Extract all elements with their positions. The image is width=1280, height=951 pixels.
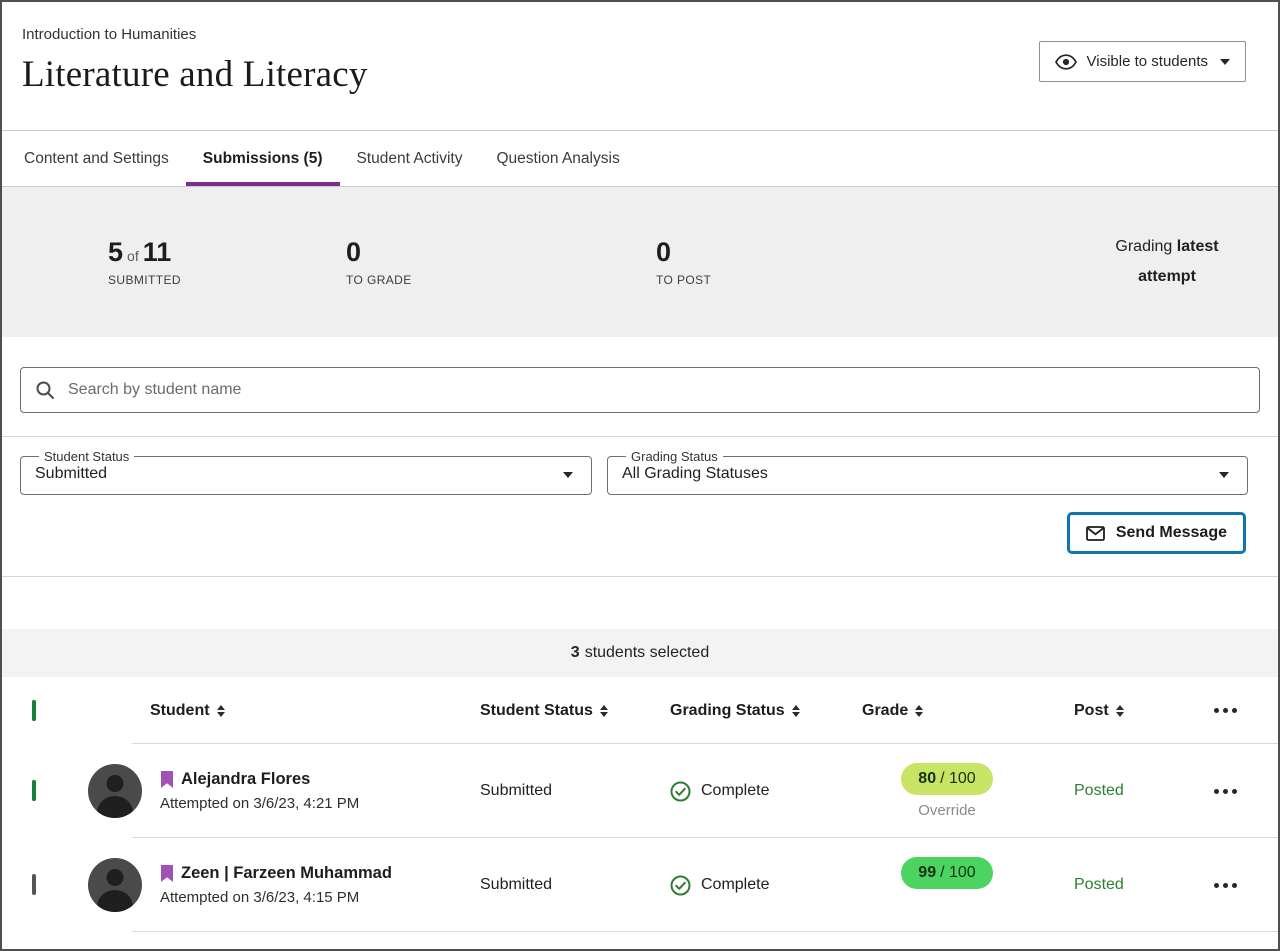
student-status-label: Student Status [39, 449, 134, 464]
grading-note: Grading latest attempt [1092, 232, 1242, 291]
grade-denominator: / 100 [940, 770, 976, 787]
grading-status-label: Grading Status [626, 449, 723, 464]
bookmark-icon [160, 771, 174, 789]
eye-icon [1055, 54, 1077, 70]
search-box [20, 367, 1260, 413]
stat-submitted: 5of11 SUBMITTED [108, 237, 346, 287]
table-header-menu-button[interactable] [1187, 708, 1264, 713]
submissions-page: Introduction to Humanities Literature an… [0, 0, 1280, 951]
stat-submitted-of: of [127, 248, 139, 264]
grade-pill[interactable]: 80/ 100 [901, 763, 992, 795]
selected-count-label: students selected [585, 644, 710, 662]
tab-submissions[interactable]: Submissions (5) [201, 131, 325, 186]
sort-icon [792, 705, 800, 717]
page-header: Introduction to Humanities Literature an… [2, 2, 1278, 131]
attempt-timestamp: Attempted on 3/6/23, 4:21 PM [160, 795, 472, 812]
grade-pill[interactable]: 99/ 100 [901, 857, 992, 889]
complete-check-icon [670, 875, 691, 896]
attempt-timestamp: Attempted on 3/6/23, 4:15 PM [160, 889, 472, 906]
visibility-button[interactable]: Visible to students [1039, 41, 1246, 82]
table-header-row: Student Student Status Grading Status Gr… [2, 677, 1278, 744]
tab-bar: Content and Settings Submissions (5) Stu… [2, 131, 1278, 187]
bookmark-icon [160, 865, 174, 883]
grade-value: 80 [918, 770, 936, 787]
send-message-label: Send Message [1116, 524, 1227, 542]
stat-to-post-label: TO POST [656, 273, 711, 287]
column-header-post[interactable]: Post [1042, 702, 1187, 720]
avatar [88, 764, 142, 818]
grade-override-note [852, 896, 1042, 914]
submissions-table: 3 students selected Student Student Stat… [2, 629, 1278, 932]
complete-check-icon [670, 781, 691, 802]
selected-count: 3 [571, 644, 580, 662]
column-label: Student [150, 702, 210, 720]
table-row: Zeen | Farzeen Muhammad Attempted on 3/6… [2, 838, 1278, 932]
filters-row: Student Status Submitted Grading Status … [2, 437, 1278, 495]
grading-note-prefix: Grading [1115, 238, 1176, 255]
stat-submitted-value: 5 [108, 237, 123, 267]
search-icon [35, 380, 55, 400]
column-label: Grading Status [670, 702, 785, 720]
sort-icon [217, 705, 225, 717]
sort-icon [1116, 705, 1124, 717]
tab-question-analysis[interactable]: Question Analysis [494, 131, 621, 186]
student-status-select[interactable]: Student Status Submitted [20, 449, 592, 495]
sort-icon [915, 705, 923, 717]
stat-submitted-total: 11 [143, 237, 172, 267]
post-status-link[interactable]: Posted [1042, 782, 1187, 800]
stats-band: 5of11 SUBMITTED 0 TO GRADE 0 TO POST Gra… [2, 187, 1278, 337]
chevron-down-icon [1219, 472, 1229, 478]
visibility-label: Visible to students [1087, 53, 1208, 70]
student-name-link[interactable]: Zeen | Farzeen Muhammad [181, 864, 392, 883]
student-status-value: Submitted [472, 876, 662, 894]
stat-submitted-label: SUBMITTED [108, 273, 346, 287]
send-message-button[interactable]: Send Message [1067, 512, 1246, 554]
column-header-grade[interactable]: Grade [852, 702, 1042, 720]
envelope-icon [1086, 526, 1105, 541]
divider [2, 576, 1278, 577]
avatar [88, 858, 142, 912]
selected-count-banner: 3 students selected [2, 629, 1278, 677]
grading-status-value: Complete [701, 876, 769, 894]
column-label: Grade [862, 702, 908, 720]
grade-override-note: Override [852, 802, 1042, 820]
row-checkbox[interactable] [32, 874, 36, 895]
tab-student-activity[interactable]: Student Activity [355, 131, 465, 186]
send-message-row: Send Message [2, 495, 1278, 576]
grading-status-select[interactable]: Grading Status All Grading Statuses [607, 449, 1248, 495]
post-status-link[interactable]: Posted [1042, 876, 1187, 894]
grade-value: 99 [918, 864, 936, 881]
table-row: Alejandra Flores Attempted on 3/6/23, 4:… [2, 744, 1278, 838]
stat-to-post: 0 TO POST [656, 237, 711, 287]
sort-icon [600, 705, 608, 717]
column-header-student-status[interactable]: Student Status [472, 702, 662, 720]
row-checkbox[interactable] [32, 780, 36, 801]
column-header-student[interactable]: Student [150, 702, 472, 720]
row-menu-button[interactable] [1187, 789, 1264, 794]
chevron-down-icon [1220, 59, 1230, 65]
column-label: Post [1074, 702, 1109, 720]
stat-to-grade-value: 0 [346, 237, 656, 268]
grading-status-value: Complete [701, 782, 769, 800]
grade-denominator: / 100 [940, 864, 976, 881]
row-menu-button[interactable] [1187, 883, 1264, 888]
column-label: Student Status [480, 702, 593, 720]
grading-status-value: All Grading Statuses [622, 464, 1233, 483]
stat-to-grade: 0 TO GRADE [346, 237, 656, 287]
student-status-value: Submitted [35, 464, 577, 483]
student-name-link[interactable]: Alejandra Flores [181, 770, 310, 789]
stat-to-post-value: 0 [656, 237, 711, 268]
column-header-grading-status[interactable]: Grading Status [662, 702, 852, 720]
search-input[interactable] [66, 380, 1245, 400]
stat-to-grade-label: TO GRADE [346, 273, 656, 287]
chevron-down-icon [563, 472, 573, 478]
search-section [2, 337, 1278, 413]
tab-content-and-settings[interactable]: Content and Settings [22, 131, 171, 186]
select-all-checkbox[interactable] [32, 700, 36, 721]
student-status-value: Submitted [472, 782, 662, 800]
